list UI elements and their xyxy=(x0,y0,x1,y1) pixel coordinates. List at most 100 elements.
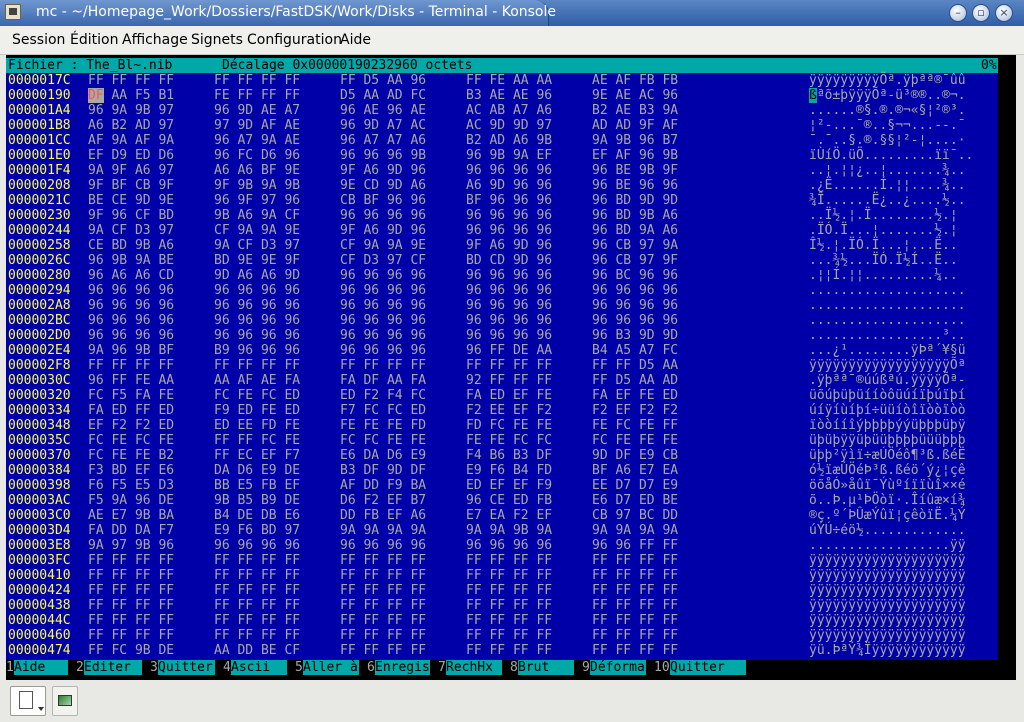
hex-row[interactable]: 000003E8 9A 97 9B 96 96 96 96 96 96 96 96 9… xyxy=(6,538,998,553)
ascii-column[interactable]: ÿÿÿÿÿÿÿÿÿÿÿÿÿÿÿÿÿÿÿÿ xyxy=(809,598,966,613)
hex-group[interactable]: FF FF FF FF xyxy=(88,73,174,88)
hex-group[interactable]: FA DD DA F7 xyxy=(88,523,174,538)
hex-group[interactable]: BF 96 96 96 xyxy=(466,193,552,208)
menu-edition[interactable]: Édition xyxy=(70,32,118,48)
ascii-column[interactable]: ÿÿÿÿÿÿÿÿÿÿÿÿÿÿÿÿÿÿÕª xyxy=(809,358,966,373)
hex-row[interactable]: 000002BC 96 96 96 96 96 96 96 96 96 96 96 9… xyxy=(6,313,998,328)
ascii-column[interactable]: üþüþÿÿüþüüþþþþüüüþþþ xyxy=(809,433,966,448)
hex-row[interactable]: 0000044C FF FF FF FF FF FF FF FF FF FF FF F… xyxy=(6,613,998,628)
hex-group[interactable]: 96 96 96 96 xyxy=(214,298,300,313)
hex-group[interactable]: 96 96 96 96 xyxy=(466,298,552,313)
hex-group[interactable]: FF FF FF FF xyxy=(592,613,678,628)
hex-group[interactable]: 96 9B 9A EF xyxy=(466,148,552,163)
hex-group[interactable]: AC AB A7 A6 xyxy=(466,103,552,118)
hex-group[interactable]: FF FF FF FF xyxy=(466,553,552,568)
hex-group[interactable]: 96 9D A7 AC xyxy=(340,118,426,133)
menu-affichage[interactable]: Affichage xyxy=(122,32,188,48)
hex-group[interactable]: CF 9A 9A 9E xyxy=(340,238,426,253)
ascii-column[interactable]: .................... xyxy=(809,283,966,298)
hex-group[interactable]: FF D5 AA 96 xyxy=(340,73,426,88)
hex-group[interactable]: FF FF FF FF xyxy=(466,643,552,658)
hex-group[interactable]: AD AD 9F AF xyxy=(592,118,678,133)
hex-group[interactable]: 9A 9A 9B 9A xyxy=(466,523,552,538)
hex-row[interactable]: 0000021C BE CE 9D 9E 96 9F 97 96 CB BF 96 9… xyxy=(6,193,998,208)
hex-row[interactable]: 000001CC AF 9A AF 9A 96 A7 9A AE 96 A7 A7 A… xyxy=(6,133,998,148)
hex-group[interactable]: FF FF FF FF xyxy=(592,628,678,643)
window-titlebar[interactable]: mc - ~/Homepage_Work/Dossiers/FastDSK/Wo… xyxy=(0,0,1024,26)
hex-group[interactable]: 96 BE 96 96 xyxy=(592,178,678,193)
hex-group[interactable]: 9E CD 9D A6 xyxy=(340,178,426,193)
hex-row[interactable]: 0000026C 96 9B 9A BE BD 9E 9E 9F CF D3 97 C… xyxy=(6,253,998,268)
hex-group[interactable]: FF FF FF FF xyxy=(340,583,426,598)
hex-row[interactable]: 000003C0 AE E7 9B BA B4 DE DB E6 DD FB EF A… xyxy=(6,508,998,523)
hex-group[interactable]: 96 96 96 96 xyxy=(88,313,174,328)
hex-group[interactable]: 96 96 96 96 xyxy=(214,313,300,328)
hex-row[interactable]: 000002D0 96 96 96 96 96 96 96 96 96 96 96 9… xyxy=(6,328,998,343)
fkey-quitter[interactable]: Quitter xyxy=(670,660,746,675)
hex-group[interactable]: 9B B5 B9 DE xyxy=(214,493,300,508)
ascii-column[interactable]: ¯.¯..§.®.§§¦²-¦....· xyxy=(809,133,966,148)
hex-group[interactable]: FF FF FF FF xyxy=(466,598,552,613)
hex-group[interactable]: 9A 9B 96 B7 xyxy=(592,133,678,148)
hex-group[interactable]: FA EF FE ED xyxy=(592,388,678,403)
ascii-cursor[interactable]: ß xyxy=(809,88,817,103)
hex-group[interactable]: 9A 97 9B 96 xyxy=(88,538,174,553)
menu-configuration[interactable]: Configuration xyxy=(247,32,342,48)
hex-group[interactable]: FE FC FE FF xyxy=(592,418,678,433)
hex-group[interactable]: 96 96 96 96 xyxy=(88,328,174,343)
hex-row[interactable]: 00000348 EF F2 F2 ED ED EE FD FE FE FE FE F… xyxy=(6,418,998,433)
close-icon[interactable]: × xyxy=(995,4,1013,22)
hex-group[interactable]: 9A 96 9B BF xyxy=(88,343,174,358)
fkey-rechhx[interactable]: RechHx xyxy=(446,660,502,675)
hex-group[interactable]: E6 DA D6 E9 xyxy=(340,448,426,463)
hex-group[interactable]: 96 9D AE A7 xyxy=(214,103,300,118)
hex-group[interactable]: EF D9 ED D6 xyxy=(88,148,174,163)
hex-group[interactable]: FF FF FF FF xyxy=(214,73,300,88)
hex-group[interactable]: AE AF FB FB xyxy=(592,73,678,88)
hex-group[interactable]: 96 BD 9D 9D xyxy=(592,193,678,208)
hex-row[interactable]: 00000384 F3 BD EF E6 DA D6 E9 DE B3 DF 9D D… xyxy=(6,463,998,478)
hex-row[interactable]: 000001A4 96 9A 9B 97 96 9D AE A7 96 AE 96 A… xyxy=(6,103,998,118)
hex-group[interactable]: FE FE FE FD xyxy=(340,418,426,433)
ascii-column[interactable]: ¾Î......Ë¿..¿....½.. xyxy=(809,193,966,208)
hex-group[interactable]: B2 AE B3 9A xyxy=(592,103,678,118)
hex-group[interactable]: B3 DF 9D DF xyxy=(340,463,426,478)
hex-group[interactable]: FF FF FF FF xyxy=(592,598,678,613)
ascii-column[interactable]: ïÙíÖ.üÖ.........ïï¯.. xyxy=(809,148,973,163)
hex-group[interactable]: F2 EE EF F2 xyxy=(466,403,552,418)
hex-group[interactable]: 96 96 96 96 xyxy=(466,223,552,238)
hex-group[interactable]: FF FF FF FF xyxy=(214,598,300,613)
hex-group[interactable]: D6 F2 EF B7 xyxy=(340,493,426,508)
ascii-column[interactable]: ÿü.ÞªÝ¾Ïÿÿÿÿÿÿÿÿÿÿÿÿ xyxy=(809,643,966,658)
fkey-déforma[interactable]: Déforma xyxy=(590,660,646,675)
hex-row[interactable]: 00000208 9F BF CB 9F 9F 9B 9A 9B 9E CD 9D A… xyxy=(6,178,998,193)
ascii-column[interactable]: ó½ïæÚÖéÞ³ß.ßéö´ý¿¦çê xyxy=(809,463,966,478)
hex-group[interactable]: AA DD BE CF xyxy=(214,643,300,658)
hex-group[interactable]: 96 AE 96 AE xyxy=(340,103,426,118)
hex-row[interactable]: 00000474 FF FC 9B DE AA DD BE CF FF FF FF F… xyxy=(6,643,998,658)
hex-group[interactable]: 96 A7 A7 A6 xyxy=(340,133,426,148)
hex-group[interactable]: D5 AA AD FC xyxy=(340,88,426,103)
hex-view[interactable]: 0000017C FF FF FF FF FF FF FF FF FF D5 AA 9… xyxy=(6,73,998,660)
ascii-column[interactable]: ..¦.¦¦¿..¦.......¾.. xyxy=(809,163,966,178)
hex-group[interactable]: FE FF FF FF xyxy=(214,88,300,103)
hex-group[interactable]: FF FE AA AA xyxy=(466,73,552,88)
hex-group[interactable]: 96 CB 97 9A xyxy=(592,238,678,253)
minimize-icon[interactable]: – xyxy=(949,4,967,22)
terminal[interactable]: Fichier : The_Bl~.nib Décalage 0x0000019… xyxy=(6,55,1016,680)
hex-group[interactable]: 96 96 96 96 xyxy=(340,313,426,328)
fkey-aller-à[interactable]: Aller à xyxy=(303,660,359,675)
hex-group[interactable]: FF FF FF FF xyxy=(466,568,552,583)
hex-group[interactable]: FF FF FF FF xyxy=(340,643,426,658)
hex-row[interactable]: 00000190 DF AA F5 B1 FE FF FF FF D5 AA AD F… xyxy=(6,88,998,103)
hex-group[interactable]: FF FF FF FF xyxy=(214,628,300,643)
hex-row[interactable]: 00000294 96 96 96 96 96 96 96 96 96 96 96 9… xyxy=(6,283,998,298)
hex-group[interactable]: FF FF FF FF xyxy=(340,358,426,373)
hex-group[interactable]: FF FF FF FF xyxy=(466,583,552,598)
hex-group[interactable]: 96 96 96 96 xyxy=(466,208,552,223)
hex-group[interactable]: 96 96 96 96 xyxy=(214,328,300,343)
session-tab-button[interactable] xyxy=(52,686,78,716)
hex-row[interactable]: 00000370 FC FE FE B2 FF EC EF F7 E6 DA D6 E… xyxy=(6,448,998,463)
hex-group[interactable]: 96 96 96 96 xyxy=(340,283,426,298)
hex-row[interactable]: 000001F4 9A 9F A6 97 A6 A6 BF 9E 9F A6 9D 9… xyxy=(6,163,998,178)
